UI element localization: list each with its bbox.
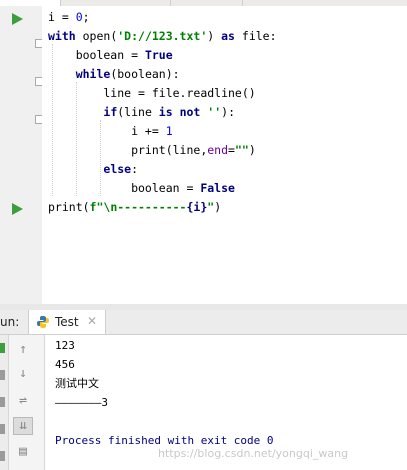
print-icon[interactable]: ▤ xyxy=(13,443,33,461)
console-line: 456 xyxy=(55,358,75,371)
code-line[interactable]: i += 1 xyxy=(48,122,173,141)
code-token: f"\n---------- xyxy=(89,200,187,214)
code-token: while xyxy=(75,67,111,81)
code-token: (boolean): xyxy=(110,67,180,81)
code-token: 1 xyxy=(165,124,173,138)
arrow-up-icon[interactable]: ↑ xyxy=(13,341,33,359)
code-token: else xyxy=(103,162,132,176)
code-token: 'D://123.txt' xyxy=(117,29,208,43)
code-token: {i} xyxy=(186,200,208,214)
code-line[interactable]: if(line is not ''): xyxy=(48,103,235,122)
run-tool-window-header: un: Test ✕ xyxy=(0,310,407,335)
code-token: ) xyxy=(248,143,256,157)
code-token: i += xyxy=(48,124,166,138)
code-token: line = file.readline() xyxy=(48,86,256,100)
run-icon[interactable] xyxy=(12,203,23,215)
code-line[interactable]: line = file.readline() xyxy=(48,84,256,103)
code-line[interactable]: i = 0; xyxy=(48,8,90,27)
code-token: False xyxy=(200,181,235,195)
run-label: un: xyxy=(0,315,20,329)
close-icon[interactable]: ✕ xyxy=(87,314,97,328)
code-token: : xyxy=(131,162,139,176)
console-line: ———————3 xyxy=(55,396,108,409)
code-token: '' xyxy=(207,105,222,119)
code-token: "" xyxy=(234,143,249,157)
run-tab-label: Test xyxy=(55,315,79,329)
stop-icon[interactable] xyxy=(0,370,5,380)
code-token: i = xyxy=(48,10,76,24)
run-tab-test[interactable]: Test ✕ xyxy=(28,310,106,334)
code-line[interactable]: boolean = False xyxy=(48,179,235,198)
code-line[interactable]: print(line,end="") xyxy=(48,141,256,160)
code-token: ; xyxy=(82,10,90,24)
code-token: end xyxy=(207,143,229,157)
code-token: with xyxy=(48,29,76,43)
code-line[interactable]: while(boolean): xyxy=(48,65,180,84)
code-line[interactable]: boolean = True xyxy=(48,46,173,65)
code-token: ) xyxy=(214,200,222,214)
code-token: True xyxy=(144,48,173,62)
code-line[interactable]: with open('D://123.txt') as file: xyxy=(48,27,277,46)
rerun-icon[interactable] xyxy=(0,343,5,353)
run-side-strip xyxy=(0,335,9,470)
python-icon xyxy=(37,316,49,328)
code-line[interactable]: print(f"\n----------{i}") xyxy=(48,198,221,217)
code-token: file: xyxy=(234,29,277,43)
console-line: 123 xyxy=(55,339,75,352)
code-token: print( xyxy=(48,200,90,214)
code-token: is not xyxy=(158,105,201,119)
code-token: print(line, xyxy=(48,143,208,157)
soft-wrap-icon[interactable]: ⇌ xyxy=(13,392,33,410)
watermark: https://blog.csdn.net/yongqi_wang xyxy=(158,447,349,460)
pause-icon[interactable] xyxy=(0,397,5,407)
code-token: = xyxy=(228,143,235,157)
code-line[interactable]: else: xyxy=(48,160,138,179)
console-toolbar: ↑ ↓ ⇌ ⇊ ▤ xyxy=(9,335,45,470)
code-editor[interactable]: i = 0; with open('D://123.txt') as file: … xyxy=(42,6,407,304)
code-token: ) xyxy=(207,29,222,43)
code-token: 0 xyxy=(75,10,83,24)
run-icon[interactable] xyxy=(12,13,23,25)
pin-icon[interactable] xyxy=(0,451,5,461)
settings-icon[interactable] xyxy=(0,424,5,434)
editor-gutter xyxy=(0,6,44,304)
code-token: ): xyxy=(221,105,235,119)
code-token: if xyxy=(103,105,118,119)
code-token: open( xyxy=(75,29,118,43)
arrow-down-icon[interactable]: ↓ xyxy=(13,365,33,383)
console-line: 测试中文 xyxy=(55,377,99,390)
code-token: boolean = xyxy=(48,181,201,195)
code-token: as xyxy=(221,29,235,43)
scroll-to-end-icon[interactable]: ⇊ xyxy=(13,417,33,435)
code-token: (line xyxy=(117,105,159,119)
code-token: boolean = xyxy=(48,48,145,62)
